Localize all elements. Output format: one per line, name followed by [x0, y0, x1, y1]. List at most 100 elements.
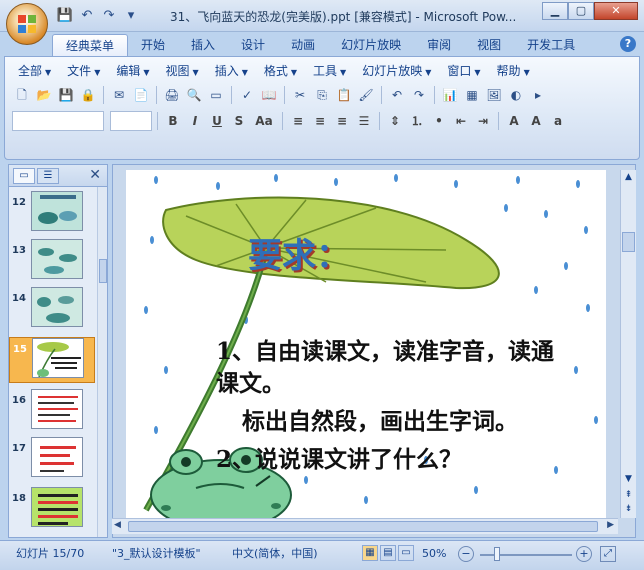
bullets-icon[interactable]: •: [429, 111, 449, 131]
zoom-slider-handle[interactable]: [494, 547, 500, 561]
tab-home[interactable]: 开始: [128, 34, 178, 56]
scroll-right-icon[interactable]: ▶: [607, 520, 614, 530]
font-color-icon[interactable]: A: [504, 111, 524, 131]
redo-icon[interactable]: ↷: [409, 85, 429, 105]
color-grayscale-icon[interactable]: ◐: [506, 85, 526, 105]
tab-insert[interactable]: 插入: [178, 34, 228, 56]
menu-slideshow[interactable]: 幻灯片放映 ▼: [354, 62, 439, 80]
bold-icon[interactable]: B: [163, 111, 183, 131]
menu-file[interactable]: 文件 ▼: [59, 62, 108, 80]
undo-icon[interactable]: ↶: [78, 7, 96, 25]
email-icon[interactable]: ✉: [109, 85, 129, 105]
numbering-icon[interactable]: ⒈: [407, 111, 427, 131]
restore-button[interactable]: ▢: [568, 2, 594, 20]
next-slide-icon[interactable]: ⇟: [621, 502, 636, 516]
slide-thumbnail[interactable]: 16: [9, 389, 95, 435]
menu-edit[interactable]: 编辑 ▼: [108, 62, 157, 80]
outline-tab-icon[interactable]: ☰: [37, 168, 59, 184]
align-left-icon[interactable]: ≡: [288, 111, 308, 131]
page-setup-icon[interactable]: ▭: [206, 85, 226, 105]
chart-icon[interactable]: 📊: [440, 85, 460, 105]
paste-icon[interactable]: 📋: [334, 85, 354, 105]
slide-thumbnail[interactable]: 12: [9, 191, 95, 237]
help-icon[interactable]: ?: [620, 36, 636, 52]
slide-thumbnail[interactable]: 13: [9, 239, 95, 285]
print-icon[interactable]: 🖨: [162, 85, 182, 105]
close-button[interactable]: ✕: [594, 2, 638, 20]
slide-thumbnail[interactable]: 18: [9, 487, 95, 533]
scroll-up-icon[interactable]: ▲: [621, 170, 636, 184]
shadow-icon[interactable]: S: [229, 111, 249, 131]
align-right-icon[interactable]: ≡: [332, 111, 352, 131]
menu-window[interactable]: 窗口 ▼: [439, 62, 488, 80]
tab-view[interactable]: 视图: [464, 34, 514, 56]
zoom-out-icon[interactable]: −: [458, 546, 474, 562]
tab-animations[interactable]: 动画: [278, 34, 328, 56]
menu-help[interactable]: 帮助 ▼: [489, 62, 538, 80]
print-preview-icon[interactable]: 🔍: [184, 85, 204, 105]
scrollbar-thumb[interactable]: [622, 232, 635, 252]
pdf-icon[interactable]: 📄: [131, 85, 151, 105]
permission-icon[interactable]: 🔒: [78, 85, 98, 105]
change-case-icon[interactable]: Aa: [251, 111, 277, 131]
picture-icon[interactable]: 🖼: [484, 85, 504, 105]
scroll-left-icon[interactable]: ◀: [114, 520, 121, 530]
slides-tab-icon[interactable]: ▭: [13, 168, 35, 184]
menu-view[interactable]: 视图 ▼: [158, 62, 207, 80]
decrease-indent-icon[interactable]: ⇤: [451, 111, 471, 131]
tab-developer[interactable]: 开发工具: [514, 34, 588, 56]
slide-thumbnail[interactable]: 17: [9, 437, 95, 483]
italic-icon[interactable]: I: [185, 111, 205, 131]
increase-indent-icon[interactable]: ⇥: [473, 111, 493, 131]
redo-icon[interactable]: ↷: [100, 7, 118, 25]
line-spacing-icon[interactable]: ⇕: [385, 111, 405, 131]
minimize-button[interactable]: ▁: [542, 2, 568, 20]
font-name-combo[interactable]: [12, 111, 104, 131]
font-size-combo[interactable]: [110, 111, 152, 131]
scroll-down-icon[interactable]: ▼: [621, 472, 636, 486]
fit-to-window-icon[interactable]: ⤢: [600, 546, 616, 562]
editor-vertical-scrollbar[interactable]: ▲ ▼ ⇞ ⇟: [620, 170, 636, 518]
toolbar-options-icon[interactable]: ▸: [528, 85, 548, 105]
zoom-in-icon[interactable]: +: [576, 546, 592, 562]
close-icon[interactable]: ✕: [89, 167, 101, 183]
decrease-font-icon[interactable]: a: [548, 111, 568, 131]
menu-tools[interactable]: 工具 ▼: [305, 62, 354, 80]
new-icon[interactable]: 🗋: [12, 85, 32, 105]
cut-icon[interactable]: ✂: [290, 85, 310, 105]
tab-classic-menu[interactable]: 经典菜单: [52, 34, 129, 56]
increase-font-icon[interactable]: A: [526, 111, 546, 131]
menu-format[interactable]: 格式 ▼: [256, 62, 305, 80]
menu-all[interactable]: 全部 ▼: [10, 62, 59, 80]
zoom-level[interactable]: 50%: [422, 545, 446, 563]
tab-review[interactable]: 审阅: [414, 34, 464, 56]
align-center-icon[interactable]: ≡: [310, 111, 330, 131]
customize-qat-icon[interactable]: ▾: [122, 7, 140, 25]
normal-view-icon[interactable]: ▦: [362, 545, 378, 561]
menu-insert[interactable]: 插入 ▼: [207, 62, 256, 80]
slide-canvas[interactable]: 要求： 1、自由读课文，读准字音，读通 课文。 标出自然段，画出生字词。 2、说…: [126, 170, 606, 518]
language-indicator[interactable]: 中文(简体，中国): [232, 545, 318, 563]
scrollbar-thumb[interactable]: [99, 259, 107, 283]
slides-panel-scrollbar[interactable]: [97, 187, 107, 537]
underline-icon[interactable]: U: [207, 111, 227, 131]
undo-icon[interactable]: ↶: [387, 85, 407, 105]
slide-sorter-icon[interactable]: ▤: [380, 545, 396, 561]
slideshow-view-icon[interactable]: ▭: [398, 545, 414, 561]
save-icon[interactable]: 💾: [56, 7, 74, 25]
previous-slide-icon[interactable]: ⇞: [621, 488, 636, 502]
copy-icon[interactable]: ⎘: [312, 85, 332, 105]
open-icon[interactable]: 📂: [34, 85, 54, 105]
format-painter-icon[interactable]: 🖌: [356, 85, 376, 105]
spelling-icon[interactable]: ✓: [237, 85, 257, 105]
table-icon[interactable]: ▦: [462, 85, 482, 105]
office-button[interactable]: [6, 3, 48, 45]
tab-slideshow[interactable]: 幻灯片放映: [328, 34, 414, 56]
save-icon[interactable]: 💾: [56, 85, 76, 105]
scrollbar-thumb[interactable]: [128, 521, 598, 532]
justify-icon[interactable]: ☰: [354, 111, 374, 131]
slide-thumbnail-selected[interactable]: 15: [9, 337, 95, 383]
research-icon[interactable]: 📖: [259, 85, 279, 105]
slide-thumbnail[interactable]: 14: [9, 287, 95, 333]
tab-design[interactable]: 设计: [228, 34, 278, 56]
